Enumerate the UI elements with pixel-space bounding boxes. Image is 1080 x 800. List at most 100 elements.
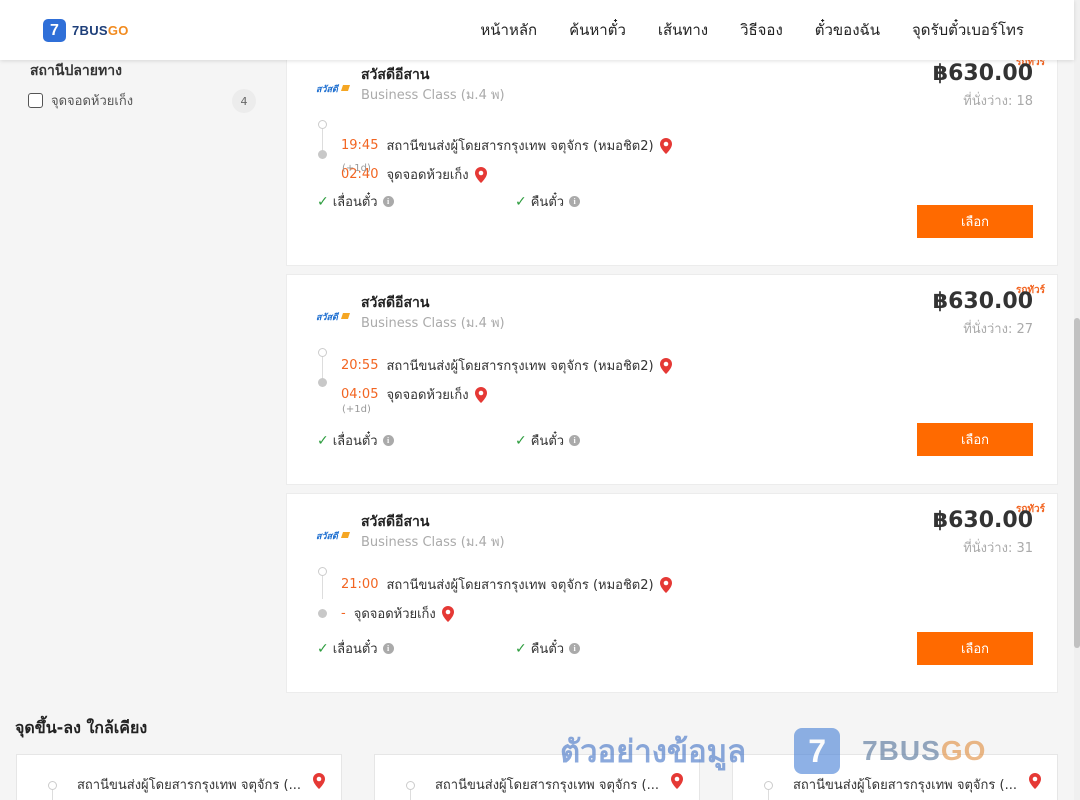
arrival-dot-icon [318,378,327,387]
check-icon: ✓ [317,193,329,210]
arrival-row: 04:05 จุดจอดห้วยเก็ง [341,384,487,405]
info-icon[interactable]: i [382,643,394,654]
map-pin-icon[interactable] [659,576,672,593]
operator-logo-icon: สวัสดี [315,311,351,323]
scrollbar-thumb[interactable] [1074,318,1080,648]
select-trip-button[interactable]: เลือก [917,205,1033,238]
timeline-line [52,790,53,800]
departure-row: 20:55 สถานีขนส่งผู้โดยสารกรุงเทพ จตุจักร… [341,355,672,376]
bus-class: Business Class (ม.4 พ) [361,535,505,550]
timeline-line [410,790,411,800]
nav-search-ticket[interactable]: ค้นหาตั๋ว [553,18,642,42]
feature-refund: ✓ คืนตั๋ว i [515,638,581,659]
feature-label: คืนตั๋ว [530,642,565,657]
info-icon[interactable]: i [569,435,581,446]
bus-class: Business Class (ม.4 พ) [361,316,505,331]
stop-dot-icon [764,781,773,790]
info-icon[interactable]: i [382,435,394,446]
feature-label: คืนตั๋ว [530,195,565,210]
feature-label: เลื่อนตั๋ว [332,195,378,210]
page-scrollbar[interactable] [1074,0,1080,800]
departure-time: 20:55 [341,358,379,373]
timeline-line [768,790,769,800]
feature-reschedule: ✓ เลื่อนตั๋ว i [317,430,394,451]
nearby-stop-card[interactable]: สถานีขนส่งผู้โดยสารกรุงเทพ จตุจักร (... [732,754,1058,800]
feature-refund: ✓ คืนตั๋ว i [515,430,581,451]
check-icon: ✓ [515,432,527,449]
map-pin-icon[interactable] [313,773,325,789]
nearby-stop-card[interactable]: สถานีขนส่งผู้โดยสารกรุงเทพ จตุจักร (... [16,754,342,800]
select-trip-button[interactable]: เลือก [917,423,1033,456]
filter-option[interactable]: จุดจอดห้วยเก็ง 4 [28,89,256,113]
arrival-station: จุดจอดห้วยเก็ง [353,607,436,622]
arrival-row: - จุดจอดห้วยเก็ง [341,603,454,624]
arrival-station: จุดจอดห้วยเก็ง [386,168,469,183]
map-pin-icon[interactable] [1029,773,1041,789]
feature-reschedule: ✓ เลื่อนตั๋ว i [317,191,394,212]
svg-text:สวัสดี: สวัสดี [316,312,340,323]
info-icon[interactable]: i [569,196,581,207]
nav-ticket-pickup-phone[interactable]: จุดรับตั๋วเบอร์โทร [896,18,1024,42]
filter-count-badge: 4 [232,89,256,113]
departure-station: สถานีขนส่งผู้โดยสารกรุงเทพ จตุจักร (หมอช… [386,578,654,593]
departure-time: 19:45 [341,138,379,153]
trip-card: รถทัวร์ สวัสดี สวัสดีอีสาน Business Clas… [286,274,1058,485]
stop-dot-icon [406,781,415,790]
nearby-stop-card[interactable]: สถานีขนส่งผู้โดยสารกรุงเทพ จตุจักร (... [374,754,700,800]
site-logo[interactable]: 7 7BUSGO [43,19,129,42]
arrival-dot-icon [318,150,327,159]
map-pin-icon[interactable] [441,605,454,622]
departure-station: สถานีขนส่งผู้โดยสารกรุงเทพ จตุจักร (หมอช… [386,139,654,154]
check-icon: ✓ [317,432,329,449]
check-icon: ✓ [515,640,527,657]
filter-title: สถานีปลายทาง [30,63,122,79]
nearby-station-name: สถานีขนส่งผู้โดยสารกรุงเทพ จตุจักร (... [793,778,1017,793]
main-nav: หน้าหลัก ค้นหาตั๋ว เส้นทาง วิธีจอง ตั๋วข… [464,0,1024,60]
select-trip-button[interactable]: เลือก [917,632,1033,665]
logo-text: 7BUSGO [72,23,129,38]
operator-logo-icon: สวัสดี [315,530,351,542]
trip-card: รถทัวร์ สวัสดี สวัสดีอีสาน Business Clas… [286,46,1058,266]
arrival-dot-icon [318,609,327,618]
nearby-stops-title: จุดขึ้น-ลง ใกล้เคียง [15,718,148,737]
nav-how-to-book[interactable]: วิธีจอง [724,18,799,42]
arrival-time: 04:05 [341,387,379,402]
departure-row: 21:00 สถานีขนส่งผู้โดยสารกรุงเทพ จตุจักร… [341,574,672,595]
feature-refund: ✓ คืนตั๋ว i [515,191,581,212]
nav-routes[interactable]: เส้นทาง [642,18,724,42]
departure-time: 21:00 [341,577,379,592]
departure-dot-icon [318,567,327,576]
filter-label: จุดจอดห้วยเก็ง [51,93,134,109]
logo-badge: 7 [43,19,66,42]
operator-name: สวัสดีอีสาน [361,514,430,530]
map-pin-icon[interactable] [659,137,672,154]
feature-label: เลื่อนตั๋ว [332,434,378,449]
feature-label: คืนตั๋ว [530,434,565,449]
check-icon: ✓ [515,193,527,210]
info-icon[interactable]: i [569,643,581,654]
nav-my-tickets[interactable]: ตั๋วของฉัน [799,18,896,42]
feature-label: เลื่อนตั๋ว [332,642,378,657]
trip-card: รถทัวร์ สวัสดี สวัสดีอีสาน Business Clas… [286,493,1058,693]
svg-text:สวัสดี: สวัสดี [316,84,340,95]
available-seats: ที่นั่งว่าง: 27 [963,322,1033,337]
arrival-station: จุดจอดห้วยเก็ง [386,388,469,403]
operator-logo-icon: สวัสดี [315,83,351,95]
available-seats: ที่นั่งว่าง: 31 [963,541,1033,556]
map-pin-icon[interactable] [474,386,487,403]
map-pin-icon[interactable] [474,166,487,183]
filter-checkbox[interactable] [28,92,43,108]
map-pin-icon[interactable] [659,357,672,374]
ticket-price: ฿630.00 [932,289,1033,314]
map-pin-icon[interactable] [671,773,683,789]
feature-reschedule: ✓ เลื่อนตั๋ว i [317,638,394,659]
info-icon[interactable]: i [382,196,394,207]
available-seats: ที่นั่งว่าง: 18 [963,94,1033,109]
departure-station: สถานีขนส่งผู้โดยสารกรุงเทพ จตุจักร (หมอช… [386,359,654,374]
departure-dot-icon [318,120,327,129]
nav-home[interactable]: หน้าหลัก [464,18,553,42]
next-day-indicator: (+1d) [342,404,371,415]
svg-text:สวัสดี: สวัสดี [316,531,340,542]
arrival-time: - [341,606,346,621]
operator-name: สวัสดีอีสาน [361,67,430,83]
